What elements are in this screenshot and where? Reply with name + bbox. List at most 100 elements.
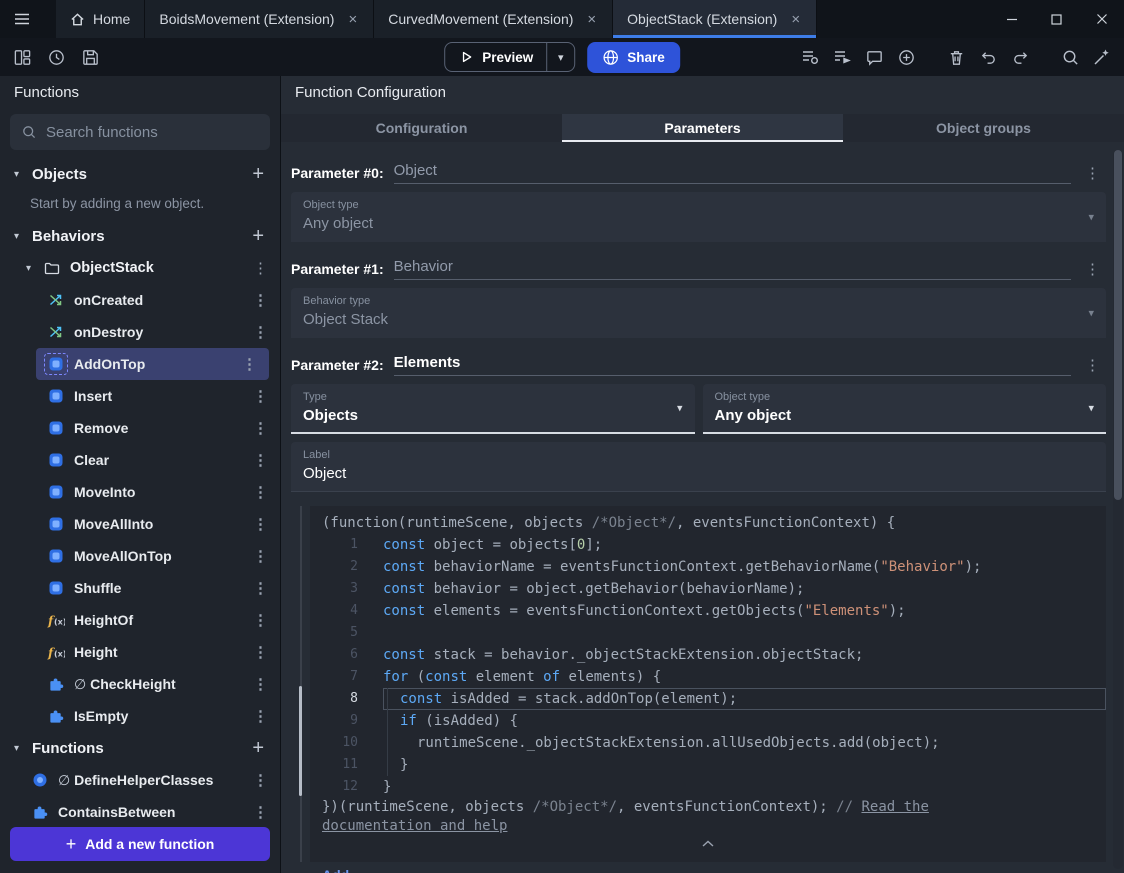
code-line[interactable]: 6 const stack = behavior._objectStackExte… [310, 644, 1106, 666]
comment-button[interactable] [860, 43, 888, 71]
tab-objectstack-extension[interactable]: ObjectStack (Extension) × [613, 0, 818, 38]
code-line[interactable]: 1 const object = objects[0]; [310, 534, 1106, 556]
section-functions[interactable]: ▾ Functions + [0, 732, 280, 764]
undo-button[interactable] [974, 43, 1002, 71]
function-item-addontop[interactable]: AddOnTop ⋮ [36, 348, 269, 380]
function-item-checkheight[interactable]: ∅ CheckHeight ⋮ [0, 668, 280, 700]
code-line[interactable]: })(runtimeScene, objects /*Object*/, eve… [310, 798, 1106, 817]
history-button[interactable] [42, 43, 70, 71]
tab-curvedmovement-extension[interactable]: CurvedMovement (Extension) × [374, 0, 614, 38]
clipped-add-button[interactable]: Add [322, 867, 349, 873]
kebab-menu-icon[interactable]: ⋮ [253, 803, 268, 821]
function-item-shuffle[interactable]: Shuffle ⋮ [0, 572, 280, 604]
function-item-heightof[interactable]: f(x) HeightOf ⋮ [0, 604, 280, 636]
kebab-menu-icon[interactable]: ⋮ [253, 707, 268, 725]
parameter-0-name-field[interactable]: Object [393, 162, 1071, 184]
function-item-remove[interactable]: Remove ⋮ [0, 412, 280, 444]
parameter-2-object-type-dropdown[interactable]: Object type Any object ▾ [702, 384, 1106, 434]
function-item-moveallinto[interactable]: MoveAllInto ⋮ [0, 508, 280, 540]
kebab-menu-icon[interactable]: ⋮ [253, 291, 268, 309]
tab-home[interactable]: Home [56, 0, 146, 38]
parameter-2-name-field[interactable]: Elements [393, 354, 1071, 376]
section-behaviors[interactable]: ▾ Behaviors + [0, 220, 280, 252]
parameter-0-type-dropdown[interactable]: Object type Any object ▾ [291, 192, 1106, 242]
tab-close-icon[interactable]: × [585, 10, 598, 29]
chevron-down-icon[interactable]: ▾ [14, 743, 30, 754]
add-icon[interactable]: + [252, 225, 264, 248]
parameter-2-type-dropdown[interactable]: Type Objects ▾ [291, 384, 695, 434]
remote-preview-button[interactable] [828, 43, 856, 71]
code-line[interactable]: 3 const behavior = object.getBehavior(beh… [310, 578, 1106, 600]
function-item-oncreated[interactable]: onCreated ⋮ [0, 284, 280, 316]
tab-boidsmovement-extension[interactable]: BoidsMovement (Extension) × [145, 0, 375, 38]
kebab-menu-icon[interactable]: ⋮ [253, 547, 268, 565]
parameter-1-behavior-type-dropdown[interactable]: Behavior type Object Stack ▾ [291, 288, 1106, 338]
extension-edit-button[interactable] [1088, 43, 1116, 71]
kebab-menu-icon[interactable]: ⋮ [253, 483, 268, 501]
function-item-clear[interactable]: Clear ⋮ [0, 444, 280, 476]
code-line[interactable]: 9 if (isAdded) { [310, 710, 1106, 732]
kebab-menu-icon[interactable]: ⋮ [253, 611, 268, 629]
code-line[interactable]: 8 const isAdded = stack.addOnTop(element)… [310, 688, 1106, 710]
kebab-menu-icon[interactable]: ⋮ [253, 771, 268, 789]
add-icon[interactable]: + [252, 737, 264, 760]
maximize-button[interactable] [1034, 0, 1079, 38]
kebab-menu-icon[interactable]: ⋮ [253, 643, 268, 661]
redo-button[interactable] [1006, 43, 1034, 71]
hamburger-menu-button[interactable] [0, 0, 44, 38]
code-line[interactable]: 11} [310, 754, 1106, 776]
preview-options-button[interactable]: ▾ [546, 43, 574, 71]
kebab-menu-icon[interactable]: ⋮ [253, 675, 268, 693]
tab-object-groups[interactable]: Object groups [843, 114, 1124, 142]
tab-configuration[interactable]: Configuration [281, 114, 562, 142]
kebab-menu-icon[interactable]: ⋮ [253, 515, 268, 533]
parameter-1-name-field[interactable]: Behavior [393, 258, 1071, 280]
function-item-definehelperclasses[interactable]: ∅ DefineHelperClasses ⋮ [0, 764, 280, 796]
fold-toggle[interactable] [310, 840, 1106, 848]
chevron-down-icon[interactable]: ▾ [26, 263, 42, 274]
function-item-moveinto[interactable]: MoveInto ⋮ [0, 476, 280, 508]
kebab-menu-icon[interactable]: ⋮ [253, 259, 268, 277]
function-item-height[interactable]: f(x) Height ⋮ [0, 636, 280, 668]
code-line[interactable]: 4 const elements = eventsFunctionContext.… [310, 600, 1106, 622]
kebab-menu-icon[interactable]: ⋮ [242, 355, 257, 373]
code-line[interactable]: (function(runtimeScene, objects /*Object… [310, 512, 1106, 534]
group-objectstack[interactable]: ▾ ObjectStack ⋮ [0, 252, 280, 284]
tab-close-icon[interactable]: × [346, 10, 359, 29]
code-line[interactable]: 12} [310, 776, 1106, 798]
add-icon[interactable]: + [252, 163, 264, 186]
panel-scrollbar[interactable] [1113, 150, 1123, 869]
kebab-menu-icon[interactable]: ⋮ [1085, 356, 1100, 376]
code-line[interactable]: 5 [310, 622, 1106, 644]
code-line[interactable]: 7 for (const element of elements) { [310, 666, 1106, 688]
kebab-menu-icon[interactable]: ⋮ [1085, 260, 1100, 280]
section-objects[interactable]: ▾ Objects + [0, 158, 280, 190]
search-input[interactable] [46, 123, 259, 141]
close-button[interactable] [1079, 0, 1124, 38]
minimize-button[interactable] [989, 0, 1034, 38]
function-item-containsbetween[interactable]: ContainsBetween ⋮ [0, 796, 280, 827]
code-line[interactable]: documentation and help [310, 817, 1106, 836]
kebab-menu-icon[interactable]: ⋮ [253, 451, 268, 469]
tab-close-icon[interactable]: × [789, 10, 802, 29]
kebab-menu-icon[interactable]: ⋮ [253, 579, 268, 597]
javascript-code-editor[interactable]: (function(runtimeScene, objects /*Object… [310, 506, 1106, 862]
function-item-moveallontop[interactable]: MoveAllOnTop ⋮ [0, 540, 280, 572]
delete-button[interactable] [942, 43, 970, 71]
tab-parameters[interactable]: Parameters [562, 114, 843, 142]
save-button[interactable] [76, 43, 104, 71]
panel-scrollbar-thumb[interactable] [1114, 150, 1122, 500]
add-new-function-button[interactable]: + Add a new function [10, 827, 270, 861]
parameter-2-label-field[interactable]: Label Object [291, 442, 1106, 492]
code-line[interactable]: 10 runtimeScene._objectStackExtension.all… [310, 732, 1106, 754]
function-item-isempty[interactable]: IsEmpty ⋮ [0, 700, 280, 732]
chevron-down-icon[interactable]: ▾ [14, 169, 30, 180]
add-circle-button[interactable] [892, 43, 920, 71]
kebab-menu-icon[interactable]: ⋮ [253, 419, 268, 437]
chevron-down-icon[interactable]: ▾ [14, 231, 30, 242]
panels-layout-button[interactable] [8, 43, 36, 71]
kebab-menu-icon[interactable]: ⋮ [253, 387, 268, 405]
kebab-menu-icon[interactable]: ⋮ [253, 323, 268, 341]
code-scrollbar-thumb[interactable] [299, 686, 302, 796]
kebab-menu-icon[interactable]: ⋮ [1085, 164, 1100, 184]
